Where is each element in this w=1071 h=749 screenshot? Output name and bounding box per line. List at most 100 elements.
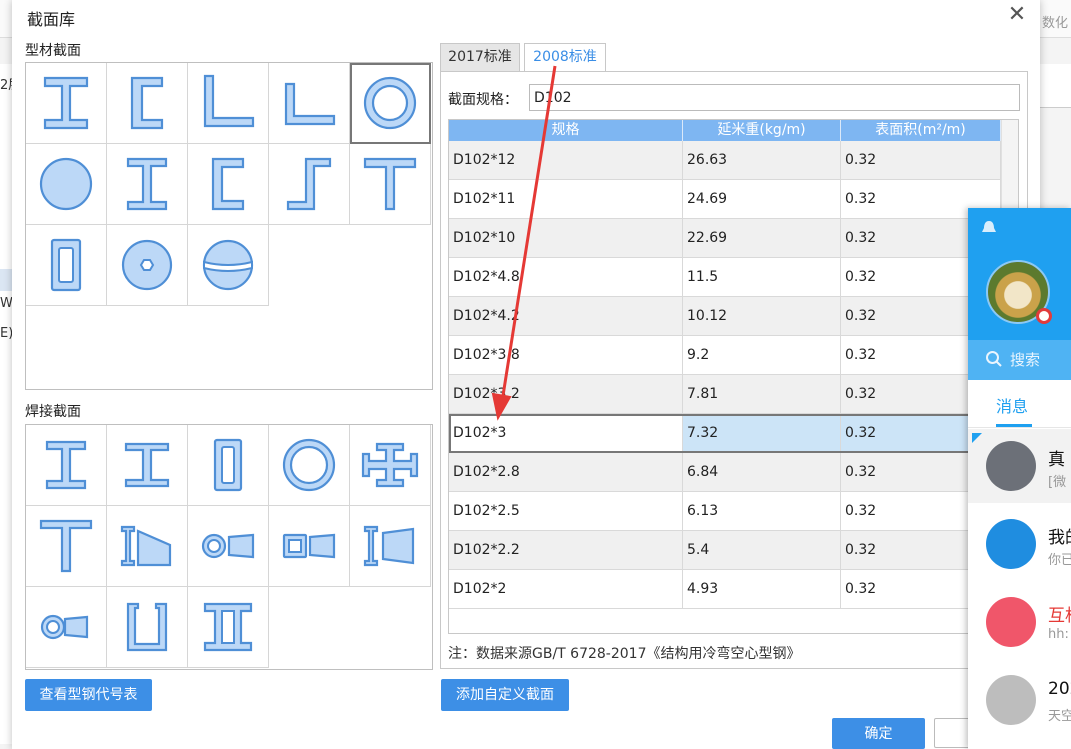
cell-spec[interactable]: D102*2.5 (449, 492, 683, 530)
double-i-icon[interactable] (188, 587, 269, 668)
list-item[interactable]: 202 天空 (968, 663, 1071, 737)
angle-icon[interactable] (188, 63, 269, 144)
cell-spec[interactable]: D102*10 (449, 219, 683, 257)
qq-search-input[interactable]: 搜索 (968, 340, 1071, 380)
qq-tab-bar: 消息 (968, 380, 1071, 428)
table-row[interactable]: D102*2.5 6.13 0.32 (449, 492, 1001, 531)
pinned-corner-icon (972, 433, 982, 443)
ok-button[interactable]: 确定 (832, 718, 925, 749)
avatar[interactable] (986, 441, 1036, 491)
welded-i-icon[interactable] (26, 425, 107, 506)
c-channel-icon[interactable] (188, 144, 269, 225)
welded-h-icon[interactable] (107, 425, 188, 506)
avatar[interactable] (986, 597, 1036, 647)
profile-section-label: 型材截面 (25, 43, 81, 59)
table-row[interactable]: D102*3.8 9.2 0.32 (449, 336, 1001, 375)
tapered-i-icon[interactable] (107, 506, 188, 587)
table-row[interactable]: D102*4.2 10.12 0.32 (449, 297, 1001, 336)
cell-spec[interactable]: D102*2 (449, 570, 683, 608)
cell-spec[interactable]: D102*11 (449, 180, 683, 218)
column-header-area[interactable]: 表面积(m²/m) (841, 120, 1001, 141)
table-row[interactable]: D102*2.2 5.4 0.32 (449, 531, 1001, 570)
column-header-spec[interactable]: 规格 (449, 120, 683, 141)
cell-weight[interactable]: 7.32 (683, 414, 841, 452)
table-row[interactable]: D102*2.8 6.84 0.32 (449, 453, 1001, 492)
hex-hole-disc-icon[interactable] (107, 225, 188, 306)
welded-section-label: 焊接截面 (25, 404, 81, 420)
cell-spec[interactable]: D102*3 (449, 414, 683, 452)
rect-tube-icon[interactable] (26, 225, 107, 306)
cell-weight[interactable]: 24.69 (683, 180, 841, 218)
avatar[interactable] (986, 675, 1036, 725)
section-table: 规格 延米重(kg/m) 表面积(m²/m) D102*12 26.63 0.32 D… (448, 119, 1019, 634)
cell-weight[interactable]: 10.12 (683, 297, 841, 335)
cell-weight[interactable]: 11.5 (683, 258, 841, 296)
cell-weight[interactable]: 6.13 (683, 492, 841, 530)
qq-penguin-icon[interactable] (982, 220, 996, 236)
cell-weight[interactable]: 9.2 (683, 336, 841, 374)
background-right-panel (1040, 64, 1071, 108)
table-row[interactable]: D102*3 7.32 0.32 (449, 414, 1001, 453)
tapered-pipe-icon[interactable] (188, 506, 269, 587)
cell-spec[interactable]: D102*3.2 (449, 375, 683, 413)
tab-2008[interactable]: 2008标准 (524, 43, 606, 72)
background-text: 数化 (1042, 16, 1069, 31)
i-beam-icon[interactable] (26, 63, 107, 144)
view-codes-button[interactable]: 查看型钢代号表 (25, 679, 152, 711)
profile-section-grid (25, 62, 433, 390)
cell-weight[interactable]: 4.93 (683, 570, 841, 608)
cell-spec[interactable]: D102*4.2 (449, 297, 683, 335)
channel-icon[interactable] (107, 63, 188, 144)
cell-spec[interactable]: D102*12 (449, 141, 683, 179)
pipe-icon[interactable] (350, 63, 431, 144)
add-custom-section-button[interactable]: 添加自定义截面 (441, 679, 569, 711)
table-row[interactable]: D102*10 22.69 0.32 (449, 219, 1001, 258)
contact-name: 202 (1048, 679, 1071, 699)
tab-2017[interactable]: 2017标准 (440, 43, 520, 71)
cell-spec[interactable]: D102*2.2 (449, 531, 683, 569)
background-sidebar-selection (0, 269, 12, 291)
cell-spec[interactable]: D102*2.8 (449, 453, 683, 491)
list-item[interactable]: 真 [微 (968, 429, 1071, 503)
avatar[interactable] (986, 519, 1036, 569)
contact-name: 互相 (1048, 606, 1071, 626)
cell-weight[interactable]: 6.84 (683, 453, 841, 491)
table-row[interactable]: D102*12 26.63 0.32 (449, 141, 1001, 180)
cell-spec[interactable]: D102*3.8 (449, 336, 683, 374)
round-bar-icon[interactable] (26, 144, 107, 225)
table-row[interactable]: D102*3.2 7.81 0.32 (449, 375, 1001, 414)
cell-weight[interactable]: 26.63 (683, 141, 841, 179)
split-circle-icon[interactable] (188, 225, 269, 306)
cone-pipe-icon[interactable] (26, 587, 107, 668)
list-item[interactable]: 互相hh: (968, 585, 1071, 659)
cell-spec[interactable]: D102*4.8 (449, 258, 683, 296)
welded-box-icon[interactable] (188, 425, 269, 506)
cell-weight[interactable]: 7.81 (683, 375, 841, 413)
welded-cross-icon[interactable] (350, 425, 431, 506)
tab-messages[interactable]: 消息 (996, 393, 1028, 417)
list-item[interactable]: 我的你已 (968, 507, 1071, 581)
unequal-angle-icon[interactable] (269, 63, 350, 144)
z-section-icon[interactable] (269, 144, 350, 225)
cell-area[interactable]: 0.32 (841, 141, 1001, 179)
table-row[interactable]: D102*2 4.93 0.32 (449, 570, 1001, 609)
welded-t-icon[interactable] (26, 506, 107, 587)
column-header-weight[interactable]: 延米重(kg/m) (683, 120, 841, 141)
cell-weight[interactable]: 5.4 (683, 531, 841, 569)
h-beam-icon[interactable] (107, 144, 188, 225)
section-library-dialog: 截面库 ✕ 型材截面 焊接截面 查看型钢代号表 2017标准 2008标准 截面… (12, 0, 1040, 749)
close-icon[interactable]: ✕ (1005, 3, 1029, 27)
u-section-icon[interactable] (107, 587, 188, 668)
tapered-flange-icon[interactable] (350, 506, 431, 587)
table-row[interactable]: D102*4.8 11.5 0.32 (449, 258, 1001, 297)
tapered-box-icon[interactable] (269, 506, 350, 587)
contact-name: 我的 (1048, 528, 1071, 548)
t-section-icon[interactable] (350, 144, 431, 225)
message-preview: 天空 (1048, 709, 1071, 724)
spec-input[interactable] (529, 84, 1020, 111)
spec-label: 截面规格： (448, 92, 518, 108)
table-row[interactable]: D102*11 24.69 0.32 (449, 180, 1001, 219)
data-source-note: 注：数据来源GB/T 6728-2017《结构用冷弯空心型钢》 (448, 646, 801, 662)
welded-pipe-icon[interactable] (269, 425, 350, 506)
cell-weight[interactable]: 22.69 (683, 219, 841, 257)
